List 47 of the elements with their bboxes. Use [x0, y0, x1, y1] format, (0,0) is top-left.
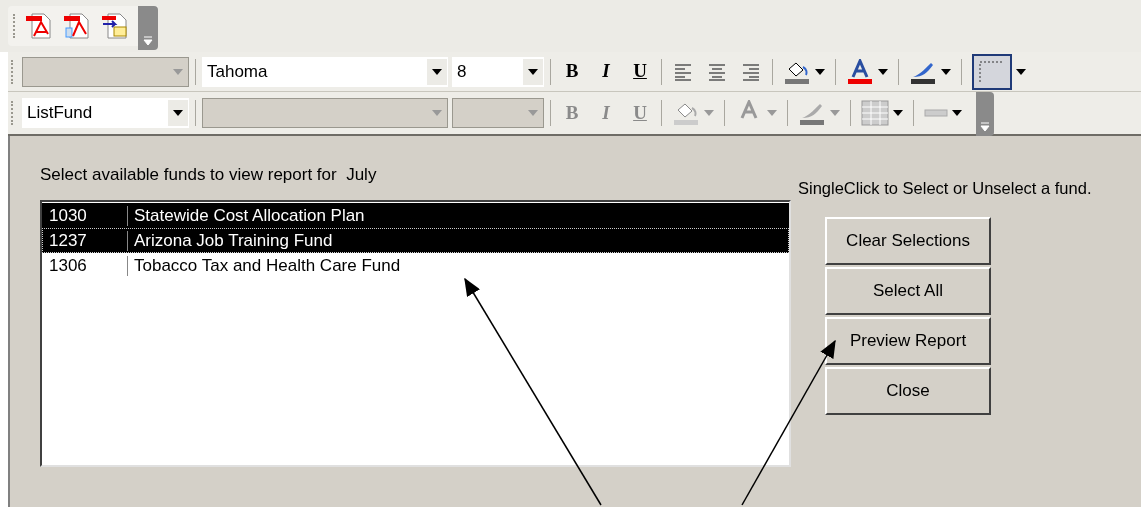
fund-code: 1030	[43, 205, 128, 226]
caret-icon	[528, 68, 538, 75]
caret-icon	[893, 110, 903, 116]
align-right-icon	[740, 61, 762, 82]
caret-icon	[830, 110, 840, 116]
caret-icon	[952, 110, 962, 116]
pdf-icon[interactable]	[24, 12, 54, 40]
fund-list[interactable]: 1030 Statewide Cost Allocation Plan 1237 Arizona Job Training Fund 1306 Tobacco Tax and Health Care Fund	[40, 200, 791, 467]
caret-icon	[704, 110, 714, 116]
caret-icon	[432, 68, 442, 75]
list-row[interactable]: 1030 Statewide Cost Allocation Plan	[42, 203, 789, 228]
form-button[interactable]: Close	[825, 366, 991, 415]
align-center-icon	[706, 61, 728, 82]
form-button[interactable]: Preview Report	[825, 316, 991, 365]
caret-icon	[941, 68, 951, 75]
letter-a-icon	[846, 58, 874, 85]
pdf-mail-icon[interactable]	[100, 12, 130, 40]
chevron-icon	[980, 122, 990, 132]
dropdown-field[interactable]: 8	[452, 56, 544, 87]
caret-icon	[815, 68, 825, 75]
pdf-document-icon[interactable]	[62, 12, 92, 40]
caret-icon	[878, 68, 888, 75]
caret-icon	[173, 110, 183, 116]
fund-code: 1237	[43, 230, 128, 251]
caret-icon	[528, 110, 538, 116]
fund-name: Tobacco Tax and Health Care Fund	[133, 254, 401, 277]
toolbar-options-button[interactable]	[138, 6, 158, 50]
dropdown-field[interactable]: Tahoma	[202, 56, 448, 87]
underline-button[interactable]: U	[625, 57, 655, 86]
fund-name: Arizona Job Training Fund	[133, 229, 333, 252]
bold-button[interactable]: B	[557, 57, 587, 86]
caret-icon	[1016, 68, 1026, 75]
grid-icon	[861, 100, 889, 126]
form-button[interactable]: Clear Selections	[825, 216, 991, 265]
hint-text: SingleClick to Select or Unselect a fund.	[798, 178, 1092, 199]
align-left-icon	[672, 61, 694, 82]
caret-icon	[432, 110, 442, 116]
chevron-icon	[143, 36, 153, 46]
prompt-text: Select available funds to view report for July	[40, 164, 378, 186]
list-row[interactable]: 1237 Arizona Job Training Fund	[42, 228, 789, 253]
fund-name: Statewide Cost Allocation Plan	[133, 204, 365, 227]
form-button[interactable]: Select All	[825, 266, 991, 315]
fund-code: 1306	[43, 255, 128, 276]
caret-icon	[173, 68, 183, 75]
caret-icon	[767, 110, 777, 116]
italic-button[interactable]: I	[591, 57, 621, 86]
border-icon	[972, 53, 1012, 90]
